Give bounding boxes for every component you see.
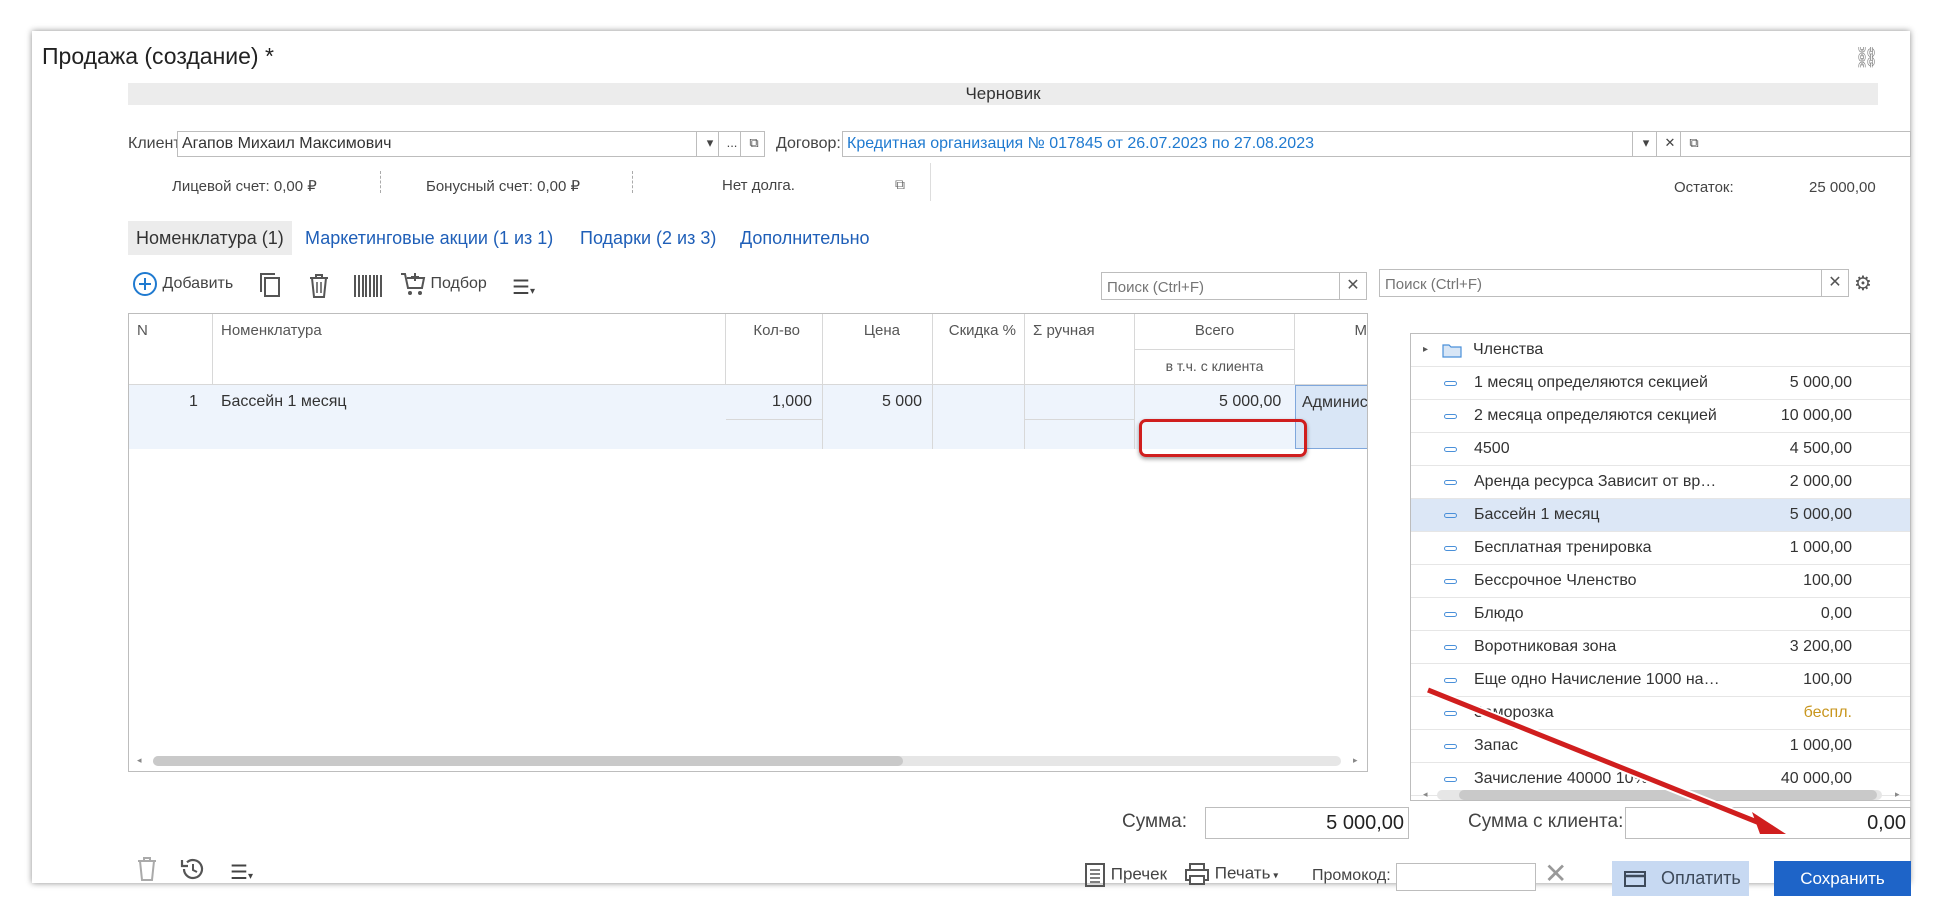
arrow-line — [1427, 687, 1773, 831]
arrow-head — [1752, 812, 1786, 834]
arrow-annotation — [1426, 685, 1786, 834]
